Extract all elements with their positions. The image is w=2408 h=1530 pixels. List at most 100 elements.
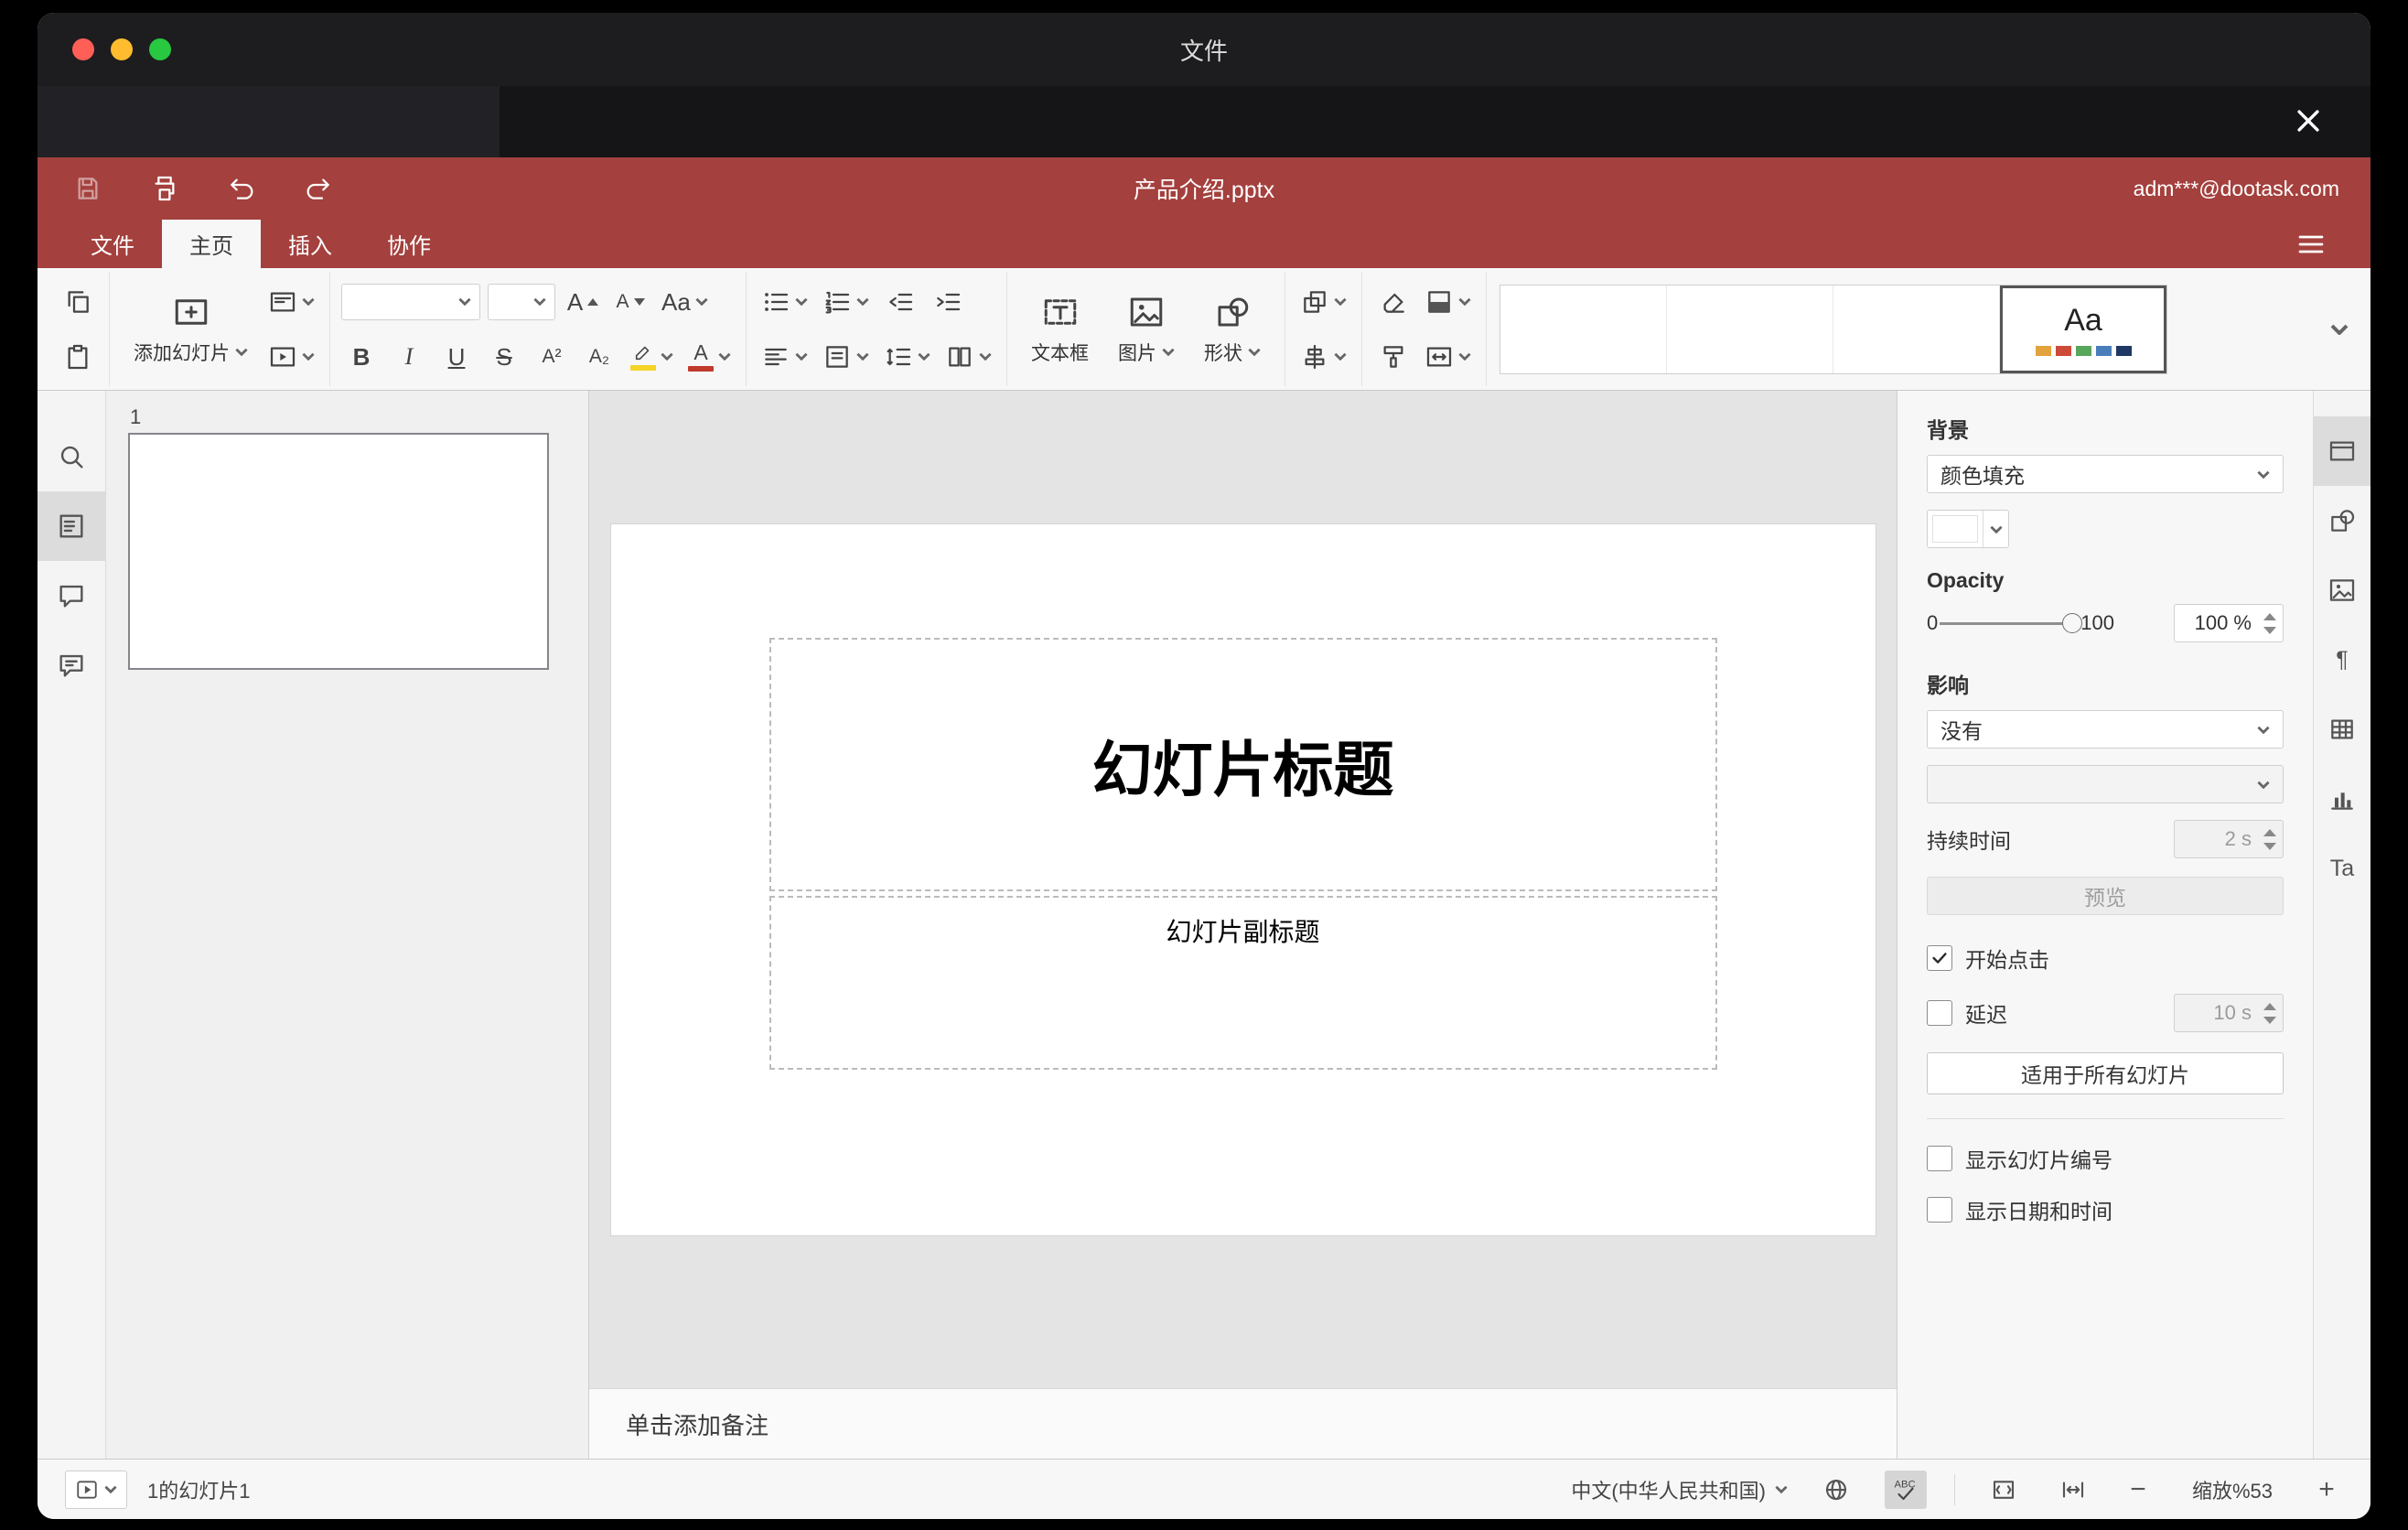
slide-canvas[interactable]: 幻灯片标题 幻灯片副标题	[589, 391, 1897, 1388]
background-color-dropdown[interactable]	[1927, 510, 2009, 548]
italic-button[interactable]: I	[389, 333, 429, 381]
bold-button[interactable]: B	[341, 333, 382, 381]
document-language-button[interactable]	[1815, 1471, 1857, 1509]
chevron-down-icon	[458, 297, 471, 306]
spellcheck-button[interactable]: ABC	[1885, 1470, 1927, 1509]
show-date-time-checkbox[interactable]	[1927, 1197, 1952, 1223]
columns-button[interactable]	[941, 333, 995, 381]
effect-type-select[interactable]	[1927, 765, 2284, 803]
sidebar-item-search[interactable]	[38, 422, 105, 491]
duration-spinner[interactable]: 2 s	[2174, 820, 2284, 858]
slider-handle[interactable]	[2062, 613, 2083, 633]
theme-tile-4-selected[interactable]: Aa	[2000, 285, 2166, 373]
spinner-arrows[interactable]	[2263, 995, 2276, 1031]
subtitle-placeholder[interactable]: 幻灯片副标题	[769, 896, 1717, 1070]
gallery-expand-button[interactable]	[2317, 307, 2361, 351]
subtitle-placeholder-text: 幻灯片副标题	[1166, 918, 1320, 946]
insert-shape-button[interactable]: 形状	[1191, 293, 1274, 366]
header-menu-button[interactable]	[2290, 225, 2332, 264]
increase-indent-button[interactable]	[928, 278, 968, 326]
spinner-arrows[interactable]	[2263, 821, 2276, 857]
subscript-button[interactable]: A₂	[579, 333, 619, 381]
change-case-button[interactable]: Aa	[658, 278, 712, 326]
paste-button[interactable]	[58, 333, 98, 381]
panel-item-image-settings[interactable]	[2314, 555, 2370, 625]
font-color-glyph: A	[693, 339, 708, 364]
spinner-arrows[interactable]	[2263, 605, 2276, 641]
effect-select[interactable]: 没有	[1927, 710, 2284, 749]
tab-collaboration[interactable]: 协作	[360, 220, 458, 268]
insert-image-button[interactable]: 图片	[1105, 293, 1188, 366]
font-color-button[interactable]: A	[684, 333, 735, 381]
theme-tile-2[interactable]	[1667, 285, 1833, 373]
dialog-close-button[interactable]	[2284, 97, 2332, 145]
shape-fill-button[interactable]	[1421, 278, 1475, 326]
highlight-color-button[interactable]	[627, 333, 677, 381]
bullets-button[interactable]	[758, 278, 812, 326]
decrease-font-button[interactable]: A	[610, 278, 650, 326]
opacity-slider[interactable]	[1940, 611, 2083, 635]
decrease-indent-button[interactable]	[880, 278, 920, 326]
theme-tile-3[interactable]	[1833, 285, 2000, 373]
tab-insert[interactable]: 插入	[261, 220, 360, 268]
strikethrough-button[interactable]: S	[484, 333, 524, 381]
copy-style-button[interactable]	[1373, 333, 1414, 381]
print-button[interactable]	[145, 169, 184, 208]
sidebar-item-comments[interactable]	[38, 561, 105, 630]
save-button[interactable]	[69, 169, 107, 208]
background-fill-select[interactable]: 颜色填充	[1927, 455, 2284, 493]
fit-width-button[interactable]	[2052, 1471, 2094, 1509]
slide-editing-area[interactable]: 幻灯片标题 幻灯片副标题	[610, 524, 1876, 1235]
sidebar-item-feedback[interactable]	[38, 630, 105, 700]
preview-button[interactable]: 预览	[1927, 877, 2284, 915]
panel-item-textart-settings[interactable]: Ta	[2314, 834, 2370, 903]
copy-button[interactable]	[58, 278, 98, 326]
title-placeholder[interactable]: 幻灯片标题	[769, 638, 1717, 891]
notes-area[interactable]: 单击添加备注	[589, 1388, 1897, 1459]
insert-textbox-button[interactable]: 文本框	[1018, 293, 1102, 366]
line-spacing-button[interactable]	[880, 333, 934, 381]
delay-checkbox[interactable]	[1927, 1000, 1952, 1026]
hamburger-icon	[2298, 235, 2324, 253]
panel-item-chart-settings[interactable]	[2314, 764, 2370, 834]
slide-size-button[interactable]	[1421, 333, 1475, 381]
numbering-button[interactable]	[819, 278, 873, 326]
font-size-combo[interactable]	[488, 283, 555, 320]
align-shape-button[interactable]	[1296, 333, 1350, 381]
panel-item-table-settings[interactable]	[2314, 695, 2370, 764]
fit-slide-button[interactable]	[1983, 1471, 2025, 1509]
sidebar-item-slides[interactable]	[38, 491, 105, 561]
panel-item-shape-settings[interactable]	[2314, 486, 2370, 555]
undo-button[interactable]	[222, 169, 261, 208]
underline-button[interactable]: U	[436, 333, 477, 381]
start-on-click-checkbox[interactable]	[1927, 945, 1952, 971]
tab-home[interactable]: 主页	[162, 220, 261, 268]
start-slideshow-statusbar-button[interactable]	[65, 1470, 127, 1509]
background-app-panel	[38, 86, 500, 157]
clear-style-button[interactable]	[1373, 278, 1414, 326]
increase-font-button[interactable]: A	[563, 278, 603, 326]
zoom-out-button[interactable]: −	[2122, 1474, 2155, 1505]
change-layout-button[interactable]	[264, 278, 318, 326]
opacity-label: Opacity	[1927, 568, 2005, 592]
slide-thumbnail-1[interactable]	[128, 433, 549, 670]
tab-file[interactable]: 文件	[63, 220, 162, 268]
theme-tile-1[interactable]	[1500, 285, 1667, 373]
redo-button[interactable]	[299, 169, 338, 208]
opacity-spinner[interactable]: 100 %	[2174, 604, 2284, 642]
language-selector[interactable]: 中文(中华人民共和国)	[1571, 1475, 1788, 1504]
horizontal-align-button[interactable]	[758, 333, 812, 381]
delay-spinner[interactable]: 10 s	[2174, 994, 2284, 1032]
arrange-shape-button[interactable]	[1296, 278, 1350, 326]
panel-item-slide-settings[interactable]	[2314, 416, 2370, 486]
add-slide-button[interactable]: 添加幻灯片	[121, 293, 261, 366]
show-slide-number-checkbox[interactable]	[1927, 1146, 1952, 1171]
panel-item-paragraph-settings[interactable]: ¶	[2314, 625, 2370, 695]
opacity-max-label: 100	[2080, 611, 2114, 634]
apply-to-all-slides-button[interactable]: 适用于所有幻灯片	[1927, 1052, 2284, 1094]
start-slideshow-button[interactable]	[264, 333, 318, 381]
vertical-align-button[interactable]	[819, 333, 873, 381]
superscript-button[interactable]: A²	[532, 333, 572, 381]
zoom-in-button[interactable]: +	[2310, 1474, 2343, 1505]
font-name-combo[interactable]	[341, 283, 480, 320]
